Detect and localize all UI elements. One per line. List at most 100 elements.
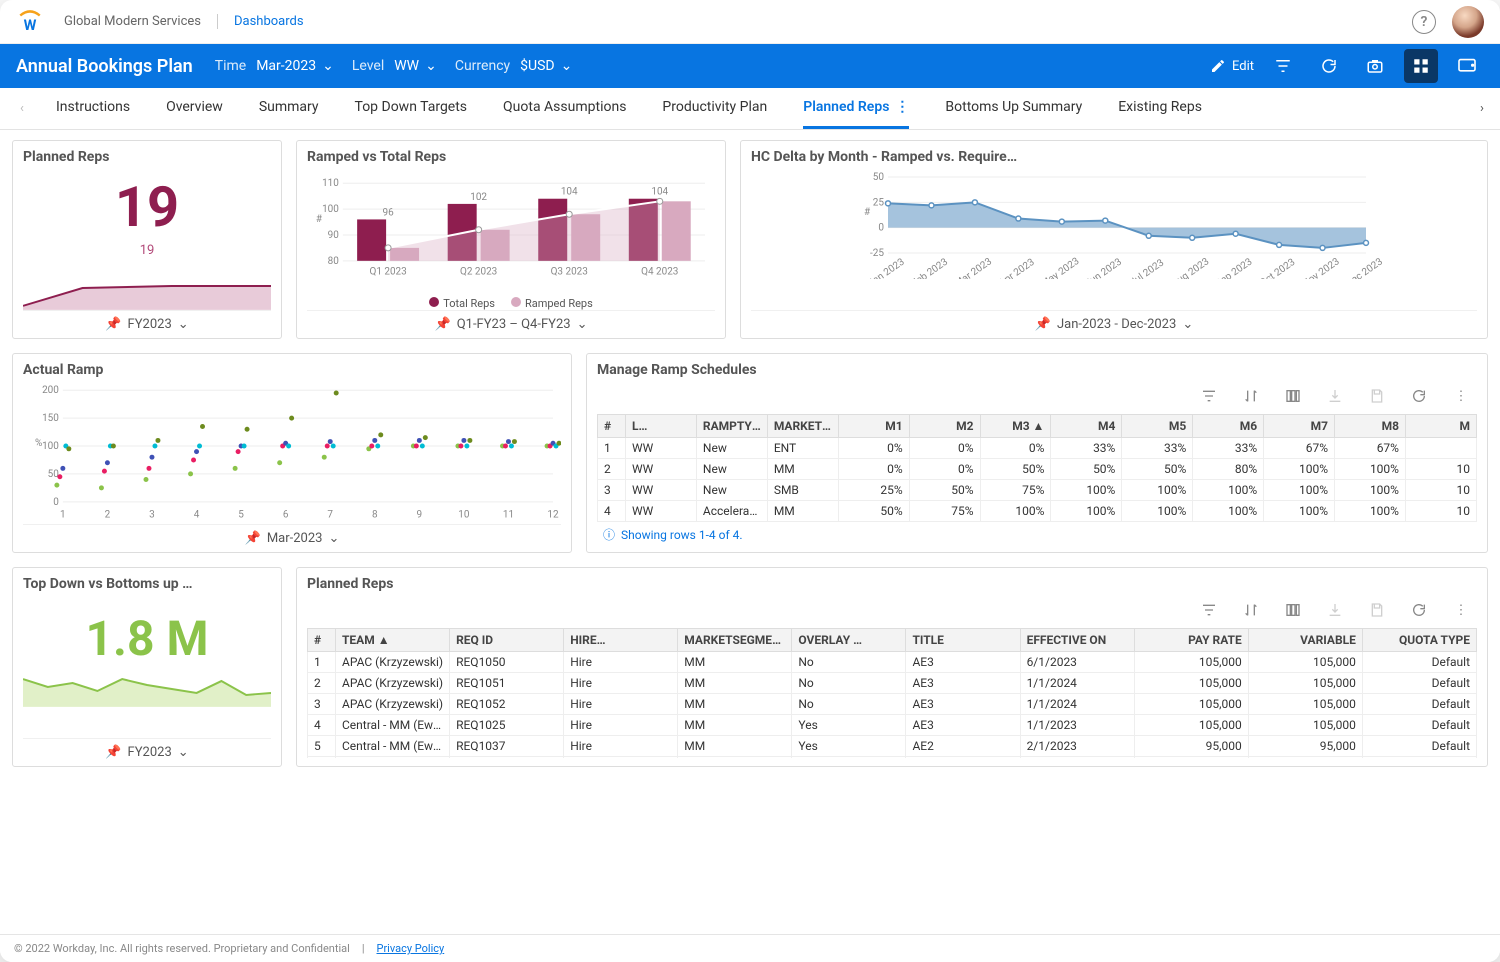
svg-text:May 2023: May 2023 [1039, 256, 1081, 279]
table-header[interactable]: M [1405, 415, 1476, 438]
table-row[interactable]: 1WWNewENT0%0%0%33%33%33%67%67% [598, 438, 1477, 459]
columns-icon[interactable] [1283, 386, 1303, 406]
svg-text:#: # [316, 214, 322, 225]
present-icon[interactable] [1450, 49, 1484, 83]
svg-text:12: 12 [547, 510, 559, 521]
table-row[interactable]: 2APAC (Krzyzewski)REQ1051HireMMNoAE31/1/… [308, 673, 1477, 694]
table-row[interactable]: 5Central - MM (Ewing)REQ1037HireMMYesAE2… [308, 736, 1477, 757]
dashboards-link[interactable]: Dashboards [234, 14, 304, 29]
refresh-icon[interactable] [1409, 386, 1429, 406]
table-header[interactable]: VARIABLE [1248, 629, 1362, 652]
svg-text:104: 104 [561, 187, 578, 198]
table-row[interactable]: 3WWNewSMB25%50%75%100%100%100%100%100%10 [598, 480, 1477, 501]
export-icon[interactable] [1325, 386, 1345, 406]
table-row[interactable]: 2WWNewMM0%0%50%50%50%80%100%100%10 [598, 459, 1477, 480]
table-header[interactable]: EFFECTIVE ON [1020, 629, 1134, 652]
tab-overview[interactable]: Overview [166, 88, 223, 129]
tabs-bar: ‹ Instructions Overview Summary Top Down Ta… [0, 88, 1500, 130]
table-row[interactable]: 6Customer Development (Stockton)REQ1103H… [308, 757, 1477, 759]
table-header[interactable]: M7 [1264, 415, 1335, 438]
svg-text:Dec 2023: Dec 2023 [1344, 256, 1385, 279]
planned-reps-table[interactable]: #TEAM ▲REQ IDHIRE…MARKETSEGMENTOVERLAY …… [307, 628, 1477, 758]
save-icon[interactable] [1367, 386, 1387, 406]
workday-logo[interactable]: W [16, 8, 44, 36]
table-row[interactable]: 4WWAcceleratedMM50%75%100%100%100%100%10… [598, 501, 1477, 522]
table-header[interactable]: OVERLAY … [792, 629, 906, 652]
sort-icon[interactable] [1241, 600, 1261, 620]
svg-text:Oct 2023: Oct 2023 [1258, 257, 1297, 279]
table-header[interactable]: TEAM ▲ [336, 629, 450, 652]
table-header[interactable]: REQ ID [450, 629, 564, 652]
table-header[interactable]: QUOTA TYPE [1362, 629, 1476, 652]
page-footer: © 2022 Workday, Inc. All rights reserved… [0, 934, 1500, 962]
svg-text:10: 10 [458, 510, 470, 521]
tab-summary[interactable]: Summary [259, 88, 319, 129]
privacy-link[interactable]: Privacy Policy [377, 942, 445, 955]
tab-existing-reps[interactable]: Existing Reps [1118, 88, 1202, 129]
table-row[interactable]: 3APAC (Krzyzewski)REQ1052HireMMNoAE31/1/… [308, 694, 1477, 715]
chevron-down-icon: ⌄ [178, 317, 189, 332]
card-footer-selector[interactable]: 📌 FY2023 ⌄ [23, 738, 271, 760]
table-header[interactable]: M5 [1122, 415, 1193, 438]
table-header[interactable]: M8 [1335, 415, 1406, 438]
refresh-icon[interactable] [1312, 49, 1346, 83]
tab-productivity-plan[interactable]: Productivity Plan [662, 88, 767, 129]
camera-icon[interactable] [1358, 49, 1392, 83]
tab-bottoms-up-summary[interactable]: Bottoms Up Summary [945, 88, 1082, 129]
table-header[interactable]: L… [626, 415, 697, 438]
table-row[interactable]: 1APAC (Krzyzewski)REQ1050HireMMNoAE36/1/… [308, 652, 1477, 673]
time-selector[interactable]: Mar-2023⌄ [256, 58, 334, 74]
more-icon[interactable]: ⋮ [1451, 600, 1471, 620]
table-header[interactable]: # [598, 415, 626, 438]
table-info: ⓘ Showing rows 1-4 of 4. [597, 522, 1477, 547]
table-header[interactable]: MARKETSEGMENT [767, 415, 838, 438]
table-header[interactable]: # [308, 629, 336, 652]
table-row[interactable]: 4Central - MM (Ewing)REQ1025HireMMYesAE3… [308, 715, 1477, 736]
help-icon[interactable]: ? [1412, 10, 1436, 34]
columns-icon[interactable] [1283, 600, 1303, 620]
card-footer-selector[interactable]: 📌 FY2023 ⌄ [23, 310, 271, 332]
table-header[interactable]: M2 [909, 415, 980, 438]
sort-icon[interactable] [1241, 386, 1261, 406]
chevron-down-icon: ⌄ [577, 317, 588, 332]
user-avatar[interactable] [1452, 6, 1484, 38]
table-header[interactable]: HIRE… [564, 629, 678, 652]
more-icon[interactable]: ⋮ [1451, 386, 1471, 406]
svg-text:5: 5 [238, 510, 244, 521]
ramp-table[interactable]: #L…RAMPTYPEMARKETSEGMENTM1M2M3 ▲M4M5M6M7… [597, 414, 1477, 522]
svg-text:Q3 2023: Q3 2023 [551, 267, 588, 278]
table-header[interactable]: RAMPTYPE [696, 415, 767, 438]
tab-top-down-targets[interactable]: Top Down Targets [355, 88, 468, 129]
table-header[interactable]: M4 [1051, 415, 1122, 438]
tabs-scroll-left[interactable]: ‹ [8, 88, 36, 129]
table-header[interactable]: TITLE [906, 629, 1020, 652]
table-header[interactable]: PAY RATE [1134, 629, 1248, 652]
card-footer-selector[interactable]: 📌 Jan-2023 - Dec-2023 ⌄ [751, 310, 1477, 332]
table-header[interactable]: MARKETSEGMENT [678, 629, 792, 652]
card-footer-selector[interactable]: 📌 Q1-FY23 – Q4-FY23 ⌄ [307, 310, 715, 332]
filter-icon[interactable] [1266, 49, 1300, 83]
card-title: Planned Reps [23, 149, 271, 165]
tabs-scroll-right[interactable]: › [1468, 88, 1496, 129]
svg-text:-25: -25 [870, 248, 884, 259]
level-selector[interactable]: WW⌄ [394, 58, 437, 74]
table-header[interactable]: M6 [1193, 415, 1264, 438]
grid-view-icon[interactable] [1404, 49, 1438, 83]
save-icon[interactable] [1367, 600, 1387, 620]
table-header[interactable]: M3 ▲ [980, 415, 1051, 438]
currency-selector[interactable]: $USD⌄ [520, 58, 572, 74]
edit-button[interactable]: Edit [1210, 58, 1254, 74]
export-icon[interactable] [1325, 600, 1345, 620]
filter-icon[interactable] [1199, 386, 1219, 406]
filter-icon[interactable] [1199, 600, 1219, 620]
tab-more-icon[interactable]: ⋮ [895, 99, 909, 115]
svg-text:Sep 2023: Sep 2023 [1214, 256, 1255, 279]
card-footer-selector[interactable]: 📌 Mar-2023 ⌄ [23, 524, 561, 546]
refresh-icon[interactable] [1409, 600, 1429, 620]
svg-text:W: W [24, 16, 37, 34]
tab-instructions[interactable]: Instructions [56, 88, 130, 129]
table-header[interactable]: M1 [838, 415, 909, 438]
tab-planned-reps[interactable]: Planned Reps⋮ [803, 88, 909, 129]
svg-text:Jul 2023: Jul 2023 [1128, 257, 1166, 279]
tab-quota-assumptions[interactable]: Quota Assumptions [503, 88, 626, 129]
